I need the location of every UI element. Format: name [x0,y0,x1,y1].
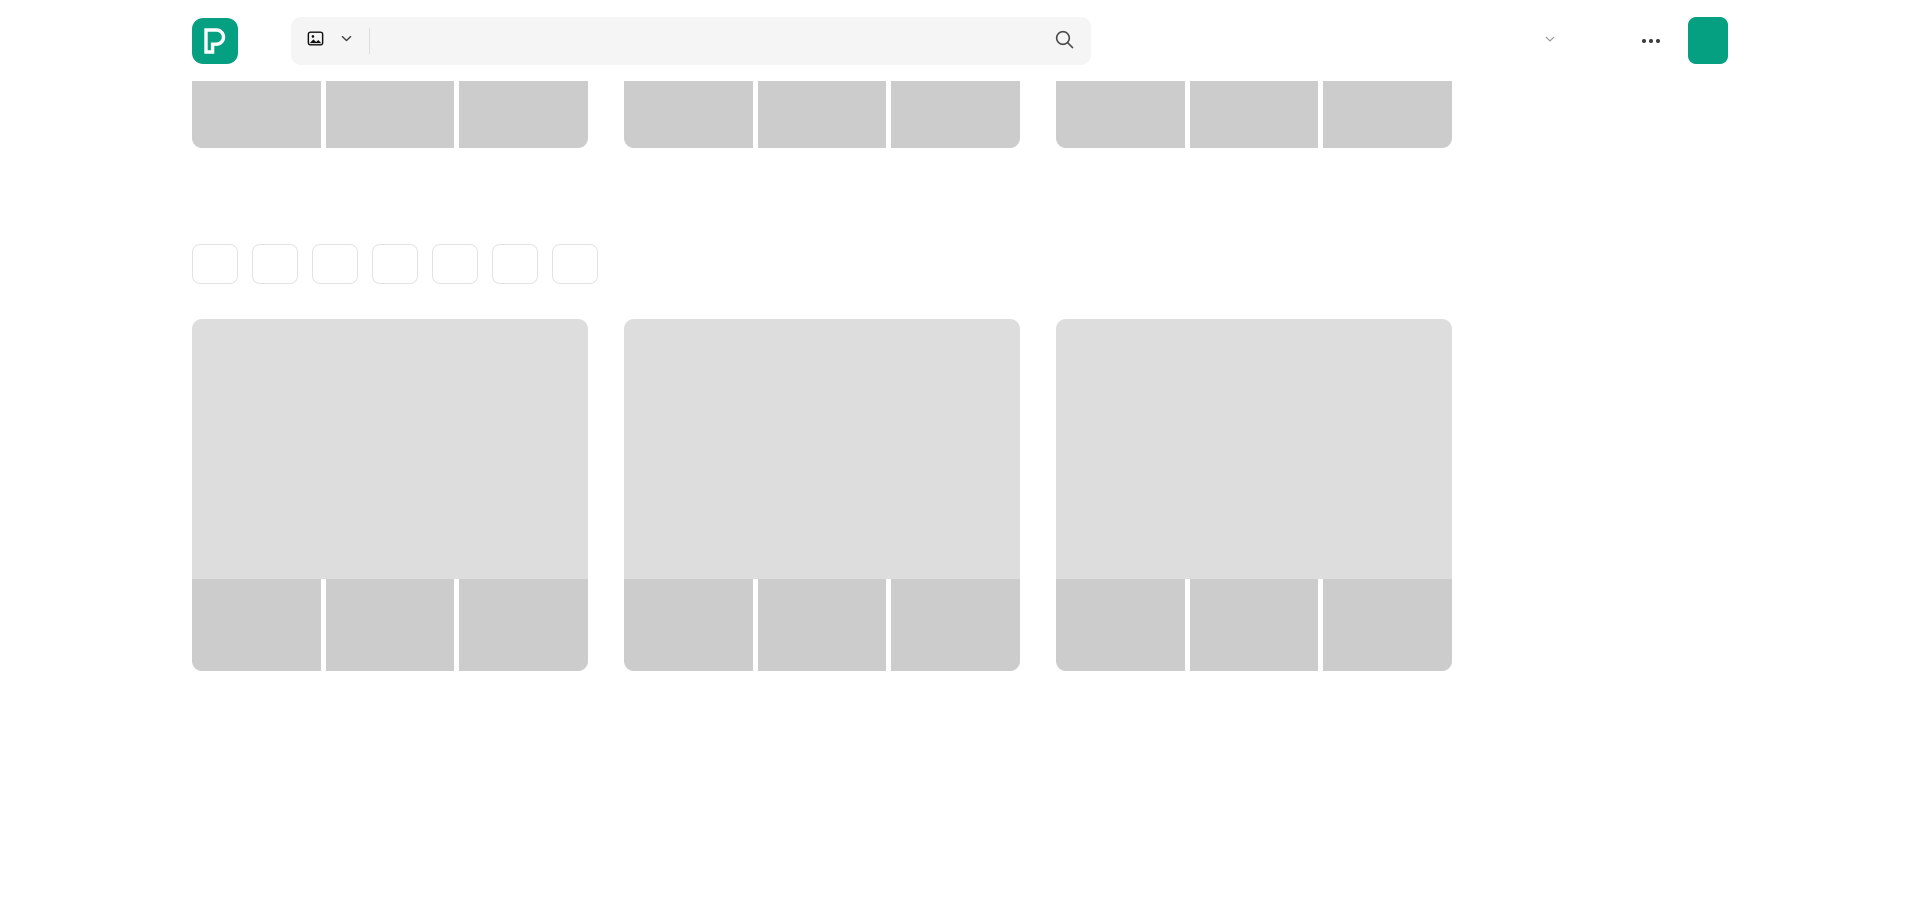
collection-hero-image [1056,319,1452,579]
tag-chip-interieur-batiment[interactable] [372,244,418,284]
collection-thumbnails [1056,81,1452,148]
ellipsis-dot [1656,38,1660,43]
search-icon [1054,29,1075,53]
thumbnail [757,81,887,148]
chevron-down-icon [1544,32,1556,50]
thumbnail [1056,579,1185,671]
header-nav [1523,17,1728,64]
search-submit-button[interactable] [1042,19,1086,63]
thumbnail [325,81,455,148]
recommended-collections-row [192,319,1728,691]
thumbnail [1323,579,1452,671]
recommended-tag-list [192,244,1728,284]
collection-hero-image [192,319,588,579]
pexels-p-logo-icon [192,17,238,64]
ellipsis-dot [1649,38,1653,43]
collection-thumbnails [624,81,1020,148]
thumbnail [624,81,753,148]
ellipsis-icon[interactable] [1626,29,1676,53]
thumbnail [891,579,1020,671]
nav-item-explorer[interactable] [1523,22,1570,60]
thumbnail [1189,579,1319,671]
nav-item-importer[interactable] [1598,31,1626,51]
thumbnail [192,81,321,148]
page-content [0,81,1920,691]
collection-card[interactable] [1056,81,1452,172]
join-button[interactable] [1688,17,1728,64]
thumbnail [891,81,1020,148]
thumbnail [624,579,753,671]
thumbnail [192,579,321,671]
collection-hero-image [624,319,1020,579]
collection-card[interactable] [192,81,588,172]
thumbnail [1056,81,1185,148]
collection-card[interactable] [624,319,1020,691]
collection-thumbnails [192,579,588,671]
thumbnail [459,579,588,671]
search-divider [369,27,370,54]
ellipsis-dot [1642,38,1646,43]
tag-chip-work[interactable] [312,244,358,284]
tag-chip-director[interactable] [252,244,298,284]
thumbnail [459,81,588,148]
brand-logo-link[interactable] [192,17,251,64]
tag-chip-woman[interactable] [192,244,238,284]
nav-item-licence[interactable] [1570,31,1598,51]
collection-thumbnails [192,81,588,148]
media-type-selector[interactable] [307,27,365,55]
collection-thumbnails [1056,579,1452,671]
thumbnail [1323,81,1452,148]
tag-chip-local[interactable] [432,244,478,284]
collection-card[interactable] [624,81,1020,172]
search-input[interactable] [386,18,1042,63]
search-bar [291,16,1091,65]
top-collections-row [192,81,1728,172]
image-icon [307,30,324,52]
thumbnail [1189,81,1319,148]
tag-chip-entreprise-avocat[interactable] [552,244,598,284]
collection-thumbnails [624,579,1020,671]
collection-card[interactable] [192,319,588,691]
collection-card[interactable] [1056,319,1452,691]
tag-chip-locaux-avocat[interactable] [492,244,538,284]
chevron-down-icon [340,32,353,50]
thumbnail [757,579,887,671]
thumbnail [325,579,455,671]
site-header [0,0,1920,81]
